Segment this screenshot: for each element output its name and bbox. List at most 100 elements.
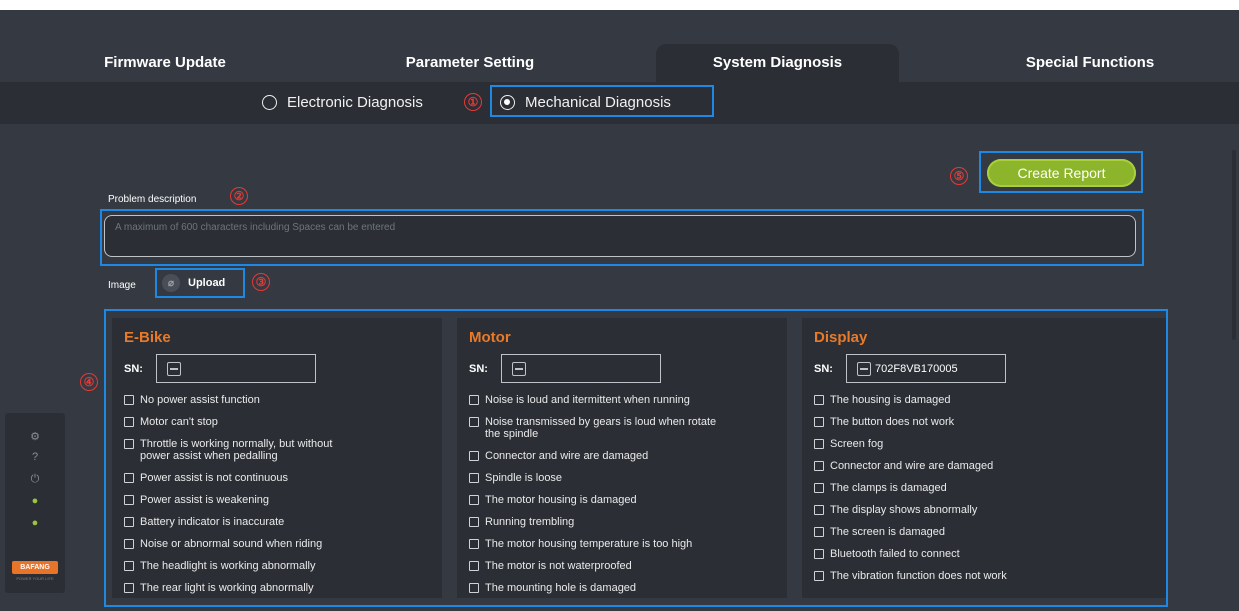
checkbox[interactable] bbox=[469, 473, 479, 483]
checklist-item[interactable]: Bluetooth failed to connect bbox=[814, 548, 1007, 560]
marker-1: ① bbox=[464, 93, 482, 111]
app-window: Firmware Update Parameter Setting System… bbox=[0, 10, 1239, 611]
checklist-item[interactable]: Power assist is not continuous bbox=[124, 472, 364, 484]
checklist-item[interactable]: The motor housing temperature is too hig… bbox=[469, 538, 719, 550]
checkbox[interactable] bbox=[814, 417, 824, 427]
item-label: Noise or abnormal sound when riding bbox=[140, 538, 323, 550]
checklist-item[interactable]: The headlight is working abnormally bbox=[124, 560, 364, 572]
checkbox[interactable] bbox=[814, 483, 824, 493]
checklist-item[interactable]: Battery indicator is inaccurate bbox=[124, 516, 364, 528]
checkbox[interactable] bbox=[124, 395, 134, 405]
checklist-item[interactable]: Screen fog bbox=[814, 438, 1007, 450]
scan-icon[interactable] bbox=[167, 361, 181, 376]
electronic-diagnosis-option[interactable]: Electronic Diagnosis bbox=[262, 88, 423, 116]
item-label: Connector and wire are damaged bbox=[485, 450, 649, 462]
item-label: Screen fog bbox=[830, 438, 884, 450]
checkbox[interactable] bbox=[814, 505, 824, 515]
checklist-item[interactable]: The motor housing is damaged bbox=[469, 494, 719, 506]
checkbox[interactable] bbox=[469, 583, 479, 593]
item-label: The mounting hole is damaged bbox=[485, 582, 637, 594]
checklist-item[interactable]: The clamps is damaged bbox=[814, 482, 1007, 494]
item-label: Bluetooth failed to connect bbox=[830, 548, 960, 560]
item-label: Motor can't stop bbox=[140, 416, 218, 428]
checkbox[interactable] bbox=[814, 439, 824, 449]
checklist-item[interactable]: The button does not work bbox=[814, 416, 1007, 428]
checklist-item[interactable]: Connector and wire are damaged bbox=[469, 450, 719, 462]
checklist-item[interactable]: Power assist is weakening bbox=[124, 494, 364, 506]
problem-description-label: Problem description bbox=[108, 194, 197, 205]
checkbox[interactable] bbox=[469, 561, 479, 571]
item-label: Noise is loud and itermittent when runni… bbox=[485, 394, 690, 406]
settings-icon[interactable]: ⚙ bbox=[29, 431, 41, 443]
link-icon[interactable]: ● bbox=[29, 517, 41, 529]
checklist-item[interactable]: Noise is loud and itermittent when runni… bbox=[469, 394, 719, 406]
checkbox[interactable] bbox=[469, 495, 479, 505]
item-label: The motor is not waterproofed bbox=[485, 560, 632, 572]
checklist-item[interactable]: The rear light is working abnormally bbox=[124, 582, 364, 594]
sn-value: 702F8VB170005 bbox=[875, 362, 958, 375]
tab-firmware-update[interactable]: Firmware Update bbox=[90, 44, 240, 82]
checklist-item[interactable]: Running trembling bbox=[469, 516, 719, 528]
checkbox[interactable] bbox=[469, 451, 479, 461]
item-label: The headlight is working abnormally bbox=[140, 560, 316, 572]
checklist-item[interactable]: The screen is damaged bbox=[814, 526, 1007, 538]
sn-input[interactable] bbox=[156, 354, 316, 383]
checkbox[interactable] bbox=[814, 571, 824, 581]
electronic-radio[interactable] bbox=[262, 94, 277, 110]
item-label: The button does not work bbox=[830, 416, 955, 428]
checkbox[interactable] bbox=[469, 539, 479, 549]
checkbox[interactable] bbox=[124, 539, 134, 549]
item-label: Running trembling bbox=[485, 516, 575, 528]
mechanical-diagnosis-option[interactable]: Mechanical Diagnosis bbox=[500, 88, 671, 116]
checklist-item[interactable]: Throttle is working normally, but withou… bbox=[124, 438, 364, 462]
checklist-item[interactable]: Noise transmissed by gears is loud when … bbox=[469, 416, 719, 440]
checkbox[interactable] bbox=[124, 417, 134, 427]
checklist-item[interactable]: Motor can't stop bbox=[124, 416, 364, 428]
checkbox[interactable] bbox=[469, 417, 479, 427]
tab-system-diagnosis[interactable]: System Diagnosis bbox=[656, 44, 899, 82]
item-label: Spindle is loose bbox=[485, 472, 563, 484]
scan-icon[interactable] bbox=[512, 361, 526, 376]
checklist-item[interactable]: Noise or abnormal sound when riding bbox=[124, 538, 364, 550]
electronic-diagnosis-label: Electronic Diagnosis bbox=[287, 93, 423, 111]
help-icon[interactable]: ? bbox=[29, 451, 41, 463]
checklist: The housing is damaged The button does n… bbox=[814, 394, 1007, 592]
user-icon[interactable]: ● bbox=[29, 495, 41, 507]
checkbox[interactable] bbox=[814, 395, 824, 405]
checkbox[interactable] bbox=[124, 439, 134, 449]
sn-label: SN: bbox=[469, 363, 488, 375]
item-label: Throttle is working normally, but withou… bbox=[140, 438, 333, 462]
left-rail: ⚙ ? ⏻ ● ● BAFANG POWER YOUR LIFE bbox=[5, 413, 65, 593]
checkbox[interactable] bbox=[124, 495, 134, 505]
checklist-item[interactable]: The display shows abnormally bbox=[814, 504, 1007, 516]
checkbox[interactable] bbox=[469, 395, 479, 405]
checklist-item[interactable]: The motor is not waterproofed bbox=[469, 560, 719, 572]
problem-description-input[interactable]: A maximum of 600 characters including Sp… bbox=[104, 215, 1136, 257]
tab-special-functions[interactable]: Special Functions bbox=[1005, 44, 1175, 82]
checkbox[interactable] bbox=[124, 473, 134, 483]
checklist-item[interactable]: Spindle is loose bbox=[469, 472, 719, 484]
checklist-item[interactable]: The housing is damaged bbox=[814, 394, 1007, 406]
sn-input[interactable]: 702F8VB170005 bbox=[846, 354, 1006, 383]
create-report-button[interactable]: Create Report bbox=[987, 159, 1136, 187]
checkbox[interactable] bbox=[124, 583, 134, 593]
sn-input[interactable] bbox=[501, 354, 661, 383]
checkbox[interactable] bbox=[469, 517, 479, 527]
checklist-item[interactable]: No power assist function bbox=[124, 394, 364, 406]
checkbox[interactable] bbox=[814, 461, 824, 471]
checkbox[interactable] bbox=[814, 527, 824, 537]
checkbox[interactable] bbox=[814, 549, 824, 559]
scan-icon[interactable] bbox=[857, 361, 871, 376]
vertical-scrollbar[interactable] bbox=[1232, 150, 1236, 340]
item-label: The motor housing temperature is too hig… bbox=[485, 538, 693, 550]
power-icon[interactable]: ⏻ bbox=[29, 473, 41, 485]
checklist-item[interactable]: Connector and wire are damaged bbox=[814, 460, 1007, 472]
upload-button[interactable]: ⌀ Upload bbox=[162, 272, 225, 294]
mechanical-radio[interactable] bbox=[500, 94, 515, 110]
checkbox[interactable] bbox=[124, 561, 134, 571]
item-label: The clamps is damaged bbox=[830, 482, 947, 494]
checklist-item[interactable]: The vibration function does not work bbox=[814, 570, 1007, 582]
checkbox[interactable] bbox=[124, 517, 134, 527]
tab-parameter-setting[interactable]: Parameter Setting bbox=[375, 44, 565, 82]
checklist-item[interactable]: The mounting hole is damaged bbox=[469, 582, 719, 594]
